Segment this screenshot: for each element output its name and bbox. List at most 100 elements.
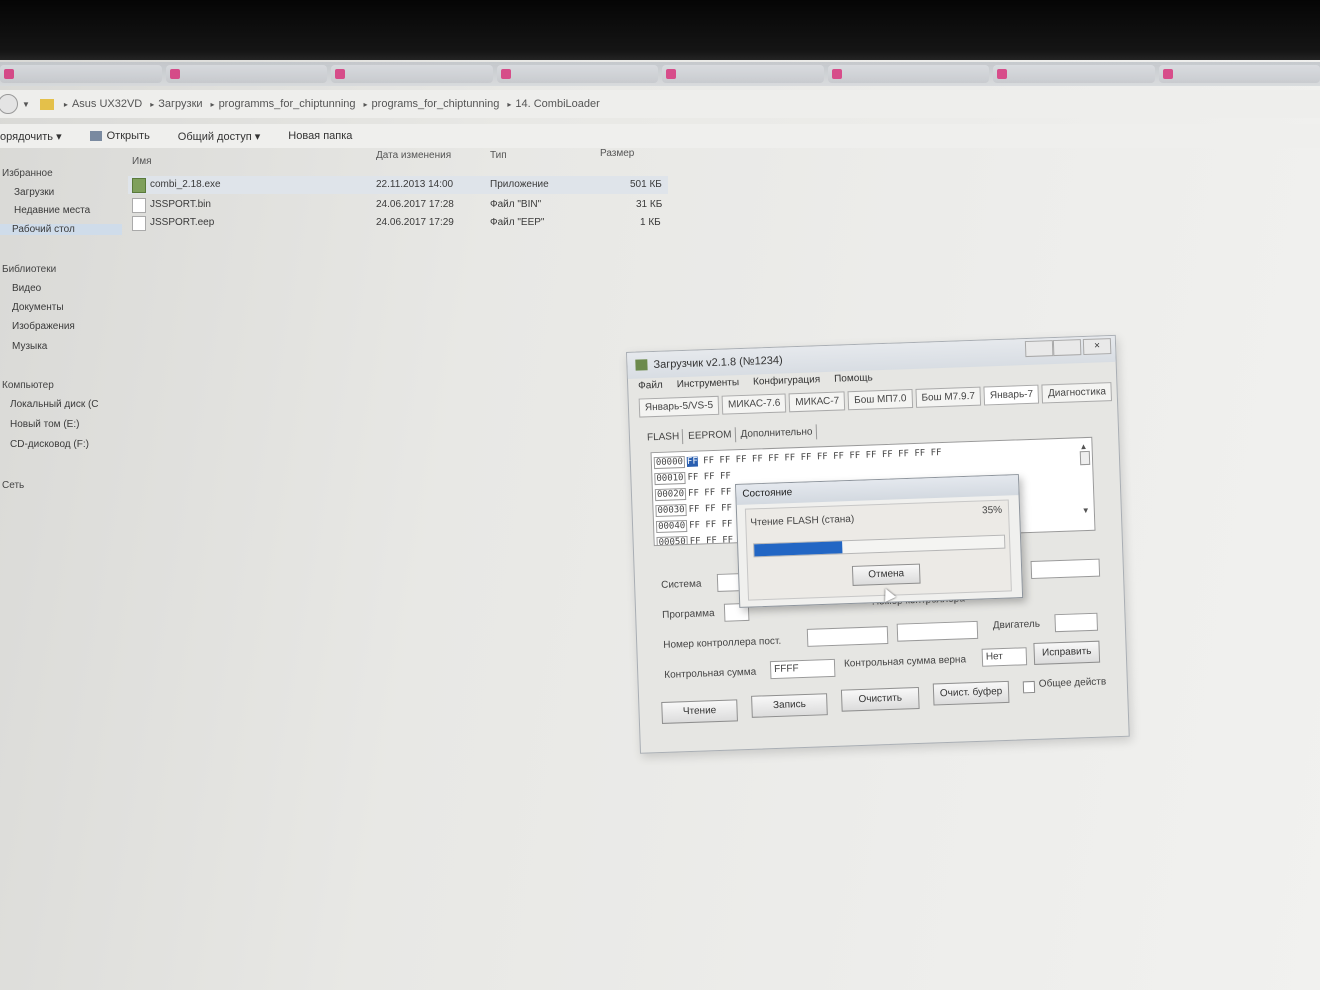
tab-bosch-m797[interactable]: Бош М7.9.7 — [915, 386, 982, 408]
breadcrumb-item[interactable]: Asus UX32VD — [72, 98, 142, 110]
tab-bosch-mp70[interactable]: Бош МП7.0 — [847, 389, 913, 411]
open-button[interactable]: Открыть — [89, 130, 150, 142]
controller-number-field[interactable] — [896, 620, 979, 642]
tab-diagnostics[interactable]: Диагностика — [1041, 382, 1113, 404]
menu-tools[interactable]: Инструменты — [677, 377, 740, 390]
browser-tab[interactable] — [662, 65, 824, 83]
dialog-body: Чтение FLASH (стана) 35% Отмена — [744, 499, 1012, 601]
chevron-right-icon: ▸ — [150, 99, 155, 109]
hex-address: 00050 — [656, 535, 688, 547]
breadcrumb-item[interactable]: programs_for_chiptunning — [372, 98, 500, 110]
checksum-ok-label: Контрольная сумма верна — [843, 654, 967, 670]
tab-flash[interactable]: FLASH — [643, 429, 684, 446]
nav-downloads[interactable]: Загрузки — [14, 187, 54, 198]
common-action-label: Общее действ — [1038, 676, 1107, 690]
scroll-down-icon[interactable]: ▼ — [1082, 506, 1090, 515]
program-label: Программа — [662, 608, 715, 621]
tab-january-7[interactable]: Январь-7 — [983, 384, 1040, 406]
nav-cd-drive[interactable]: CD-дисковод (F:) — [10, 439, 89, 450]
nav-images[interactable]: Изображения — [12, 321, 75, 332]
clear-button[interactable]: Очистить — [840, 686, 920, 712]
nav-desktop[interactable]: Рабочий стол — [0, 224, 122, 235]
close-icon[interactable]: × — [1082, 338, 1112, 356]
checksum-field[interactable]: FFFF — [769, 658, 836, 680]
file-row[interactable]: JSSPORT.bin 24.06.2017 17:28 Файл "BIN" … — [128, 196, 668, 214]
breadcrumb-item[interactable]: 14. CombiLoader — [515, 98, 599, 110]
hex-address: 00010 — [654, 472, 686, 486]
tab-january-5[interactable]: Январь-5/VS-5 — [638, 395, 720, 418]
fix-button[interactable]: Исправить — [1033, 640, 1101, 665]
application-icon — [132, 178, 146, 193]
file-size: 1 КБ — [640, 217, 661, 228]
nav-recent[interactable]: Недавние места — [14, 205, 90, 216]
hex-address: 00030 — [655, 503, 687, 518]
nav-favorites[interactable]: Избранное — [2, 168, 53, 179]
hex-cursor-byte[interactable]: FF — [686, 456, 698, 467]
file-row[interactable]: combi_2.18.exe 22.11.2013 14:00 Приложен… — [128, 176, 668, 194]
tab-mikas-76[interactable]: МИКАС-7.6 — [721, 393, 787, 415]
menu-configuration[interactable]: Конфигурация — [753, 374, 820, 387]
column-date[interactable]: Дата изменения — [376, 150, 451, 161]
nav-local-disk[interactable]: Локальный диск (C — [10, 399, 99, 410]
cancel-button[interactable]: Отмена — [851, 563, 921, 586]
nav-computer[interactable]: Компьютер — [2, 380, 54, 391]
menu-help[interactable]: Помощь — [834, 372, 873, 384]
nav-new-volume[interactable]: Новый том (E:) — [10, 419, 79, 430]
tab-mikas-7[interactable]: МИКАС-7 — [788, 391, 846, 413]
file-size: 501 КБ — [630, 179, 662, 190]
file-row[interactable]: JSSPORT.eep 24.06.2017 17:29 Файл "EEP" … — [128, 214, 668, 232]
hex-bytes: FF FF FF — [687, 487, 732, 499]
file-name: JSSPORT.bin — [150, 199, 211, 210]
clear-buffer-button[interactable]: Очист. буфер — [932, 680, 1010, 706]
browser-tab[interactable] — [1158, 65, 1320, 83]
address-bar[interactable]: ▼ ▸ Asus UX32VD ▸ Загрузки ▸ programms_f… — [0, 90, 1320, 118]
nav-libraries[interactable]: Библиотеки — [2, 264, 56, 275]
breadcrumb-item[interactable]: Загрузки — [158, 98, 202, 110]
hex-bytes: FF FF FF — [689, 535, 734, 547]
browser-tab[interactable] — [827, 65, 989, 83]
new-folder-button[interactable]: Новая папка — [288, 130, 352, 142]
maximize-button[interactable] — [1052, 339, 1082, 357]
share-button[interactable]: Общий доступ ▾ — [178, 130, 260, 143]
progress-percent: 35% — [981, 504, 1003, 517]
navigation-pane: Избранное Загрузки Недавние места Рабочи… — [0, 150, 122, 990]
browser-tab[interactable] — [165, 65, 327, 83]
browser-tab[interactable] — [0, 65, 162, 83]
nav-network[interactable]: Сеть — [2, 480, 24, 491]
scroll-up-icon[interactable]: ▲ — [1079, 442, 1089, 451]
system-extra-field[interactable] — [1030, 558, 1101, 579]
status-text: Чтение FLASH (стана) — [750, 513, 855, 529]
controller-number-supplier-field[interactable] — [806, 626, 889, 647]
browser-tab[interactable] — [993, 65, 1155, 83]
file-type: Файл "EEP" — [490, 217, 545, 228]
menu-file[interactable]: Файл — [638, 380, 663, 392]
organize-button[interactable]: орядочить ▾ — [0, 130, 62, 143]
tab-eeprom[interactable]: EEPROM — [684, 427, 736, 444]
common-action-checkbox[interactable] — [1022, 680, 1036, 694]
scroll-thumb[interactable] — [1079, 450, 1091, 466]
checksum-ok-field[interactable]: Нет — [981, 647, 1028, 667]
nav-music[interactable]: Музыка — [12, 341, 47, 352]
nav-documents[interactable]: Документы — [12, 302, 64, 313]
breadcrumb-item[interactable]: programms_for_chiptunning — [219, 98, 356, 110]
hex-row: 00040 FF FF FF — [655, 518, 733, 534]
chevron-down-icon[interactable]: ▼ — [22, 100, 30, 109]
column-size[interactable]: Размер — [600, 148, 634, 159]
back-button[interactable] — [0, 94, 18, 114]
browser-tab[interactable] — [331, 65, 493, 83]
nav-video[interactable]: Видео — [12, 283, 41, 294]
read-button[interactable]: Чтение — [661, 699, 738, 724]
browser-tab[interactable] — [496, 65, 658, 83]
column-type[interactable]: Тип — [490, 150, 507, 161]
hex-address: 00020 — [654, 487, 687, 502]
file-type: Приложение — [490, 179, 549, 190]
column-name[interactable]: Имя — [132, 156, 151, 167]
minimize-button[interactable] — [1024, 340, 1054, 358]
command-bar: орядочить ▾ Открыть Общий доступ ▾ Новая… — [0, 124, 1320, 148]
tab-additional[interactable]: Дополнительно — [737, 424, 817, 443]
engine-field[interactable] — [1054, 612, 1099, 633]
app-icon — [635, 359, 648, 371]
hex-scrollbar[interactable]: ▲ ▼ — [1079, 442, 1092, 522]
chevron-right-icon: ▸ — [63, 99, 68, 109]
write-button[interactable]: Запись — [751, 693, 828, 718]
